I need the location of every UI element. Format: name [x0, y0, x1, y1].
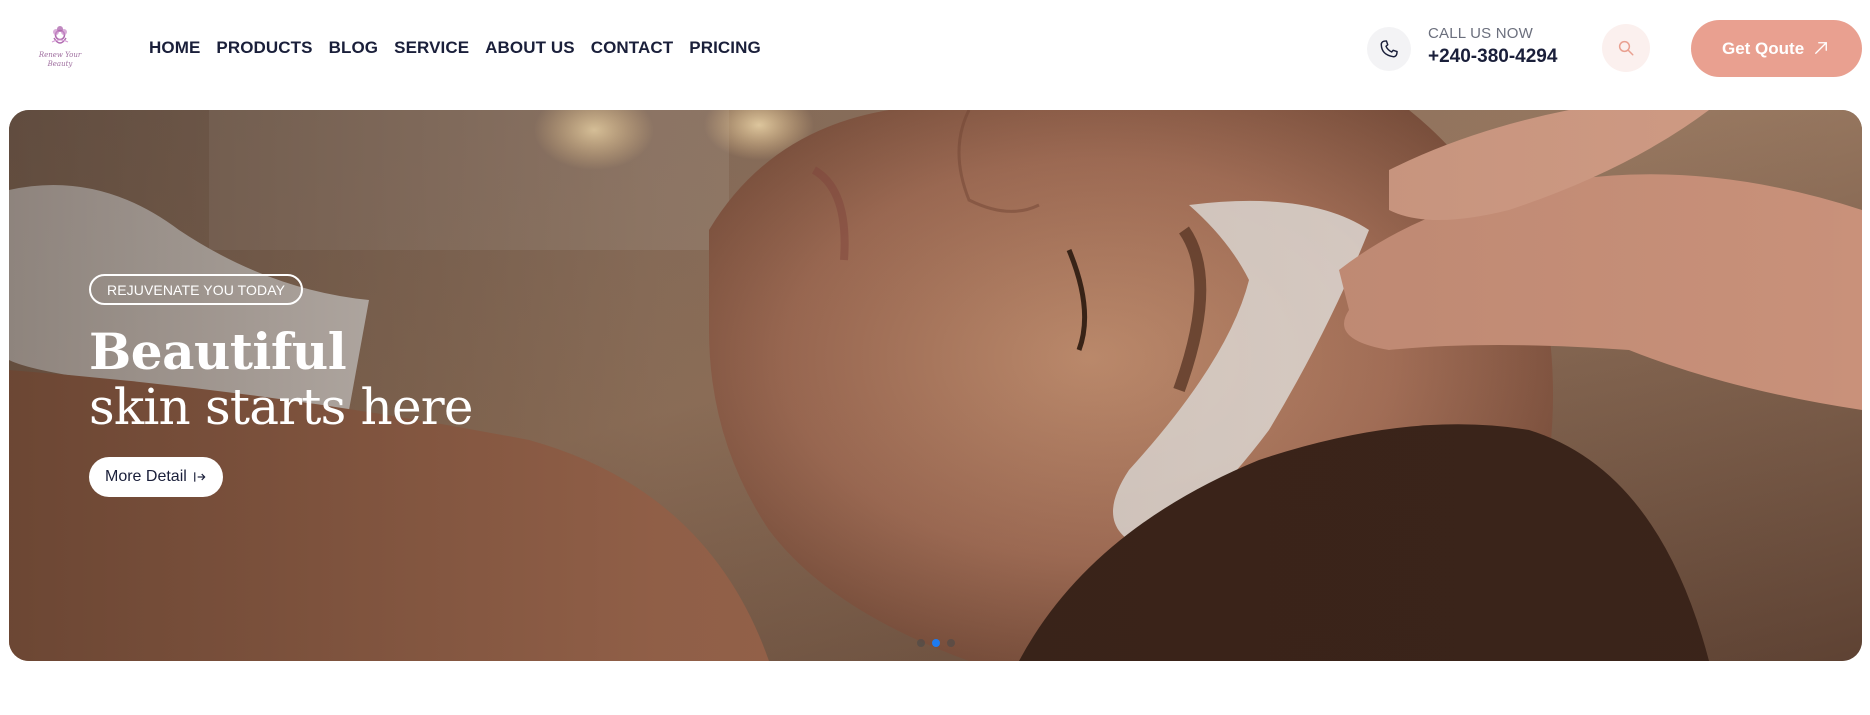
- nav-item-blog[interactable]: BLOG: [329, 38, 379, 58]
- hero-title-bold: Beautiful: [89, 322, 347, 381]
- site-logo[interactable]: Renew Your Beauty: [32, 24, 88, 74]
- main-navigation: HOME PRODUCTS BLOG SERVICE ABOUT US CONT…: [149, 38, 761, 58]
- hero-tagline-badge: REJUVENATE YOU TODAY: [89, 274, 304, 305]
- slider-pagination: [917, 639, 955, 647]
- get-quote-label: Get Qoute: [1722, 38, 1805, 58]
- slider-dot-2[interactable]: [932, 639, 940, 647]
- slider-dot-1[interactable]: [917, 639, 925, 647]
- hero-title-regular: skin starts here: [89, 378, 473, 436]
- arrow-right-to-bar-icon: [193, 472, 206, 482]
- phone-button[interactable]: [1367, 27, 1411, 71]
- nav-item-service[interactable]: SERVICE: [394, 38, 469, 58]
- nav-item-about-us[interactable]: ABOUT US: [485, 38, 575, 58]
- get-quote-button[interactable]: Get Qoute: [1691, 20, 1862, 77]
- nav-item-contact[interactable]: CONTACT: [591, 38, 674, 58]
- phone-icon: [1380, 40, 1398, 58]
- arrow-up-right-icon: [1815, 42, 1827, 54]
- more-detail-label: More Detail: [105, 468, 187, 485]
- nav-item-pricing[interactable]: PRICING: [689, 38, 761, 58]
- hero-banner: REJUVENATE YOU TODAY Beautiful skin star…: [9, 110, 1862, 661]
- site-header: Renew Your Beauty HOME PRODUCTS BLOG SER…: [0, 0, 1870, 98]
- slider-dot-3[interactable]: [947, 639, 955, 647]
- logo-line-1: Renew Your: [38, 51, 82, 59]
- more-detail-button[interactable]: More Detail: [89, 457, 223, 497]
- search-button[interactable]: [1602, 24, 1650, 72]
- call-us-label: CALL US NOW: [1428, 25, 1533, 42]
- nav-item-products[interactable]: PRODUCTS: [216, 38, 312, 58]
- phone-number-link[interactable]: +240-380-4294: [1428, 46, 1557, 68]
- logo-line-2: Beauty: [47, 60, 73, 68]
- nav-item-home[interactable]: HOME: [149, 38, 200, 58]
- search-icon: [1618, 40, 1634, 56]
